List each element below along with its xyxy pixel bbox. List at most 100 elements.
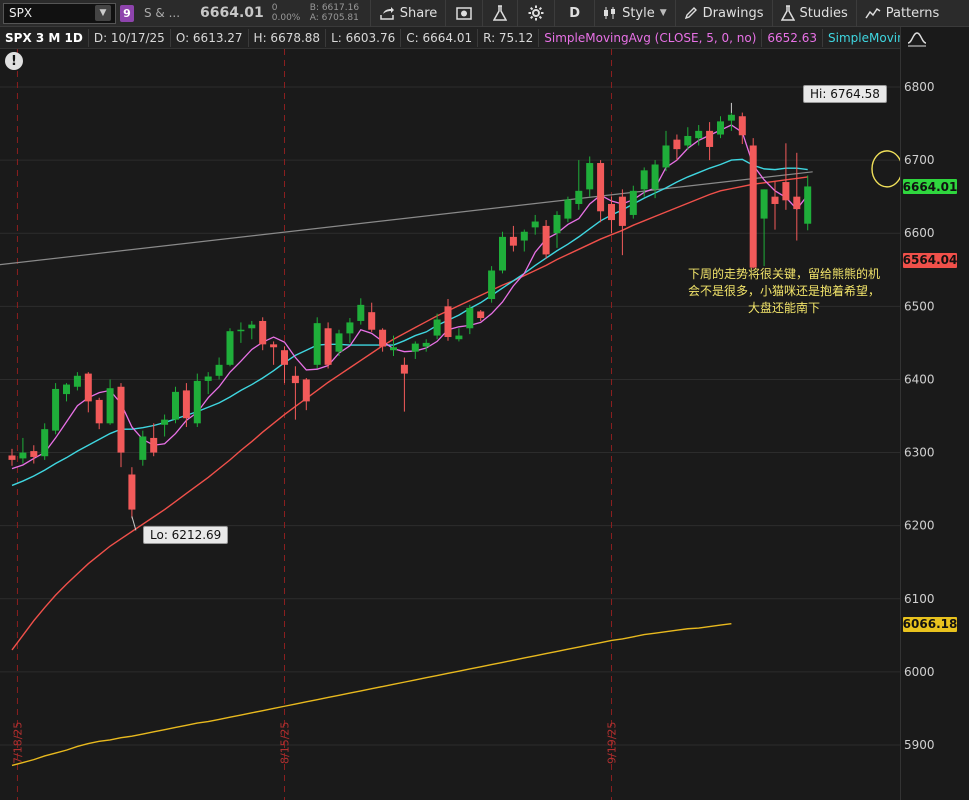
- candle: [782, 143, 790, 210]
- candle: [520, 229, 528, 252]
- candle-body: [618, 196, 626, 226]
- candle: [215, 357, 223, 380]
- candle: [270, 341, 278, 365]
- annotation-line: 下周的走势将很关键，留给熊熊的机: [687, 267, 880, 281]
- candle: [95, 397, 103, 430]
- net-change: 0 0.00%: [272, 3, 304, 23]
- candle: [324, 322, 332, 369]
- share-button[interactable]: Share: [369, 0, 446, 27]
- candle: [291, 366, 299, 420]
- chart-canvas[interactable]: 7/18/25 8/15/25 9/19/25: [0, 49, 903, 800]
- chart-annotation: 下周的走势将很关键，留给熊熊的机 会不是很多，小猫咪还是抱着希望， 大盘还能南下: [673, 266, 895, 317]
- candle: [531, 214, 539, 235]
- candle-body: [727, 114, 735, 121]
- candle-body: [63, 384, 70, 395]
- candle: [84, 372, 92, 413]
- top-toolbar: SPX ▼ 9 S & ... 6664.01 0 0.00% B: 6617.…: [0, 0, 969, 27]
- circle-drawing: [871, 150, 903, 188]
- candle: [281, 346, 288, 384]
- candle-body: [259, 320, 267, 345]
- lab-button[interactable]: [482, 0, 517, 27]
- patterns-button[interactable]: Patterns: [855, 0, 948, 27]
- candle-body: [390, 347, 397, 351]
- candle: [760, 189, 768, 267]
- candle-body: [586, 163, 594, 190]
- screenshot-button[interactable]: [445, 0, 482, 27]
- candle-body: [19, 452, 27, 459]
- aggregation-button[interactable]: D: [554, 0, 594, 27]
- candle: [749, 138, 757, 269]
- candle: [172, 386, 179, 424]
- symbol-selector[interactable]: SPX ▼: [3, 2, 116, 24]
- candle: [52, 383, 60, 435]
- sma-gold-line: [11, 622, 732, 767]
- candle: [357, 298, 365, 325]
- candle: [477, 309, 485, 321]
- alert-icon[interactable]: !: [5, 52, 23, 70]
- candle-body: [455, 335, 463, 340]
- study-sma5-value: 6652.63: [762, 28, 824, 47]
- share-icon: [380, 7, 394, 20]
- price-tick-label: 6400: [904, 372, 935, 386]
- candle-body: [204, 376, 212, 381]
- price-tick-label: 6800: [904, 80, 935, 94]
- candle-body: [335, 333, 343, 352]
- candle: [640, 167, 648, 197]
- symbol-text[interactable]: SPX: [9, 6, 32, 20]
- candle-body: [346, 322, 354, 334]
- candle: [597, 160, 605, 223]
- candle-body: [193, 380, 201, 424]
- candle-body: [760, 189, 768, 219]
- candle: [193, 373, 201, 427]
- candle-body: [553, 214, 561, 234]
- studies-label: Studies: [799, 5, 848, 21]
- candle-body: [52, 388, 60, 431]
- settings-button[interactable]: [517, 0, 554, 27]
- symbol-description: S & ...: [144, 6, 181, 20]
- candle-body: [640, 170, 648, 190]
- candle: [727, 112, 735, 131]
- study-sma5-label[interactable]: SimpleMovingAvg (CLOSE, 5, 0, no): [539, 28, 763, 47]
- candle-body: [651, 164, 659, 190]
- candle-body: [128, 474, 136, 510]
- candle-body: [379, 329, 387, 347]
- bid-ask: B: 6617.16 A: 6705.81: [310, 3, 370, 23]
- last-price-tag: 6664.01: [902, 179, 958, 195]
- net-change-percent: 0.00%: [271, 13, 301, 23]
- price-tick-label: 6600: [904, 226, 935, 240]
- price-axis[interactable]: 5900 6000 6100 6200 6300 6400 6500 6600 6700 6800…: [900, 27, 969, 800]
- style-button[interactable]: Style ▼: [594, 0, 675, 27]
- sma-gold-price-tag: 6066.18: [902, 616, 958, 632]
- sma-cyan-line: [11, 158, 808, 487]
- chevron-down-icon[interactable]: ▼: [95, 5, 111, 21]
- candle-body: [172, 391, 179, 420]
- bar-low: L: 6603.76: [326, 28, 402, 47]
- price-chart[interactable]: 7/18/25 8/15/25 9/19/25: [0, 49, 903, 800]
- candle-body: [226, 331, 234, 365]
- candle-body: [629, 190, 637, 215]
- candle: [575, 160, 583, 210]
- link-group-badge[interactable]: 9: [120, 4, 134, 22]
- study-sma-cyan-label[interactable]: SimpleMovingAvg ...: [823, 29, 900, 47]
- candle-body: [41, 429, 49, 457]
- candle: [161, 414, 169, 437]
- drawings-button[interactable]: Drawings: [674, 0, 772, 27]
- candle-body: [695, 130, 703, 139]
- price-tick-label: 6300: [904, 446, 935, 460]
- candle: [226, 328, 234, 367]
- candle: [106, 379, 114, 425]
- price-tick-label: 6100: [904, 592, 935, 606]
- candle-body: [422, 342, 430, 347]
- price-tick-label: 6200: [904, 519, 935, 533]
- style-label: Style: [622, 5, 655, 21]
- price-tick-label: 6700: [904, 153, 935, 167]
- candle: [204, 372, 212, 395]
- candle: [182, 383, 190, 427]
- studies-button[interactable]: Studies: [771, 0, 856, 27]
- candle-body: [84, 373, 92, 402]
- candle: [444, 299, 452, 341]
- candle: [41, 423, 49, 460]
- candle-body: [117, 386, 125, 453]
- candle-body: [782, 182, 790, 201]
- price-tick-label: 5900: [904, 738, 935, 752]
